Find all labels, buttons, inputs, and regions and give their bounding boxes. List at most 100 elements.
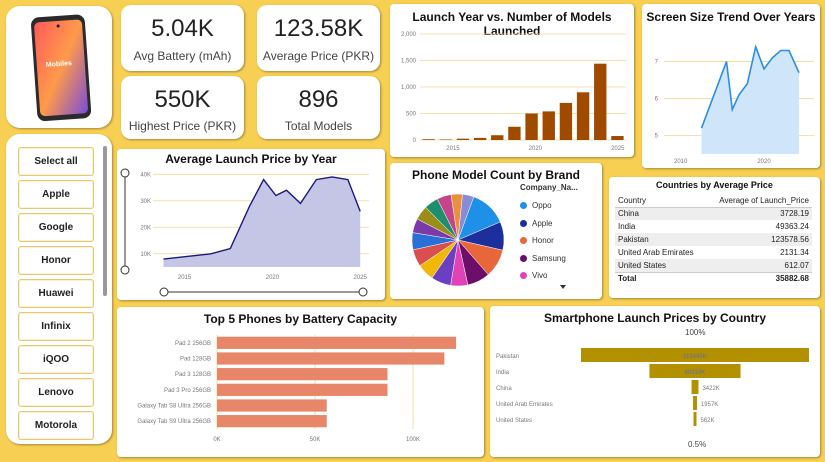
y-tick-label: 20K <box>140 225 151 231</box>
slicer-item-honor[interactable]: Honor <box>18 246 94 275</box>
slider-handle <box>120 168 130 178</box>
slicer-scrollbar[interactable] <box>103 146 107 296</box>
avg-price-chart-card: Average Launch Price by Year 10K 20K 30K 40… <box>117 149 385 300</box>
legend-scroll-down-icon[interactable] <box>560 285 566 289</box>
total-label: Total <box>615 271 706 285</box>
screen-size-chart-card: Screen Size Trend Over Years 5 6 7 2010 2020 <box>642 4 820 168</box>
legend-item[interactable]: Oppo <box>520 197 600 215</box>
price-cell: 612.07 <box>705 259 812 272</box>
slicer-item-lenovo[interactable]: Lenovo <box>18 378 94 407</box>
funnel-category-label: United States <box>496 418 532 424</box>
x-tick-label: 100K <box>406 437 420 443</box>
bar <box>422 139 435 140</box>
x-tick-label: 2015 <box>446 146 460 152</box>
table-total-row: Total 35882.68 <box>615 271 812 285</box>
legend-item[interactable]: Apple <box>520 215 600 233</box>
country-cell: China <box>615 207 706 220</box>
y-tick-label: 1,000 <box>401 85 417 91</box>
y-tick-label: 40K <box>140 172 151 178</box>
slicer-item-huawei[interactable]: Huawei <box>18 279 94 308</box>
x-range-slider[interactable] <box>159 287 368 297</box>
bar <box>576 92 590 140</box>
x-tick-label: 0K <box>213 437 220 443</box>
kpi-total-models: 896 Total Models <box>257 76 380 139</box>
avg-price-area-chart[interactable]: 10K 20K 30K 40K 2015 2020 2025 <box>117 149 385 300</box>
legend-item[interactable]: Honor <box>520 232 600 250</box>
legend-dot-icon <box>520 254 527 262</box>
funnel-value-label: 113445K <box>683 354 708 360</box>
total-value: 35882.68 <box>705 271 812 285</box>
slicer-item-select-all[interactable]: Select all <box>18 147 94 176</box>
launch-year-chart-card: Launch Year vs. Number of Models Launche… <box>390 4 634 157</box>
legend-label: Vivo <box>532 271 548 281</box>
kpi-highest-price: 550K Highest Price (PKR) <box>121 76 244 139</box>
y-tick-label: 2,000 <box>401 32 417 38</box>
countries-table: Country Average of Launch_Price China 372… <box>615 194 812 285</box>
x-tick-label: 2020 <box>529 146 543 152</box>
slicer-item-iqoo[interactable]: iQOO <box>18 345 94 374</box>
bar <box>439 139 452 140</box>
table-row[interactable]: Pakistan 123578.56 <box>615 233 812 246</box>
kpi-value: 550K <box>154 86 211 113</box>
x-tick-label: 2010 <box>674 159 688 165</box>
slider-handle <box>159 287 169 297</box>
slicer-item-google[interactable]: Google <box>18 213 94 242</box>
funnel-category-label: United Arab Emirates <box>496 402 553 408</box>
legend-item[interactable]: Vivo <box>520 267 600 285</box>
screen-size-area-chart[interactable]: 5 6 7 2010 2020 <box>642 4 820 168</box>
price-cell: 2131.34 <box>780 248 809 257</box>
funnel-value-label: 1957K <box>701 402 718 408</box>
kpi-value: 5.04K <box>151 15 214 42</box>
brand-slicer: Select all Apple Google Honor Huawei Infinix i… <box>6 134 112 444</box>
countries-table-card: Countries by Average Price Country Avera… <box>609 177 820 298</box>
launch-year-bar-chart[interactable]: 0 500 1,000 1,500 2,000 2015 2020 2025 <box>390 4 634 157</box>
funnel-value-label: 3422K <box>702 386 719 392</box>
table-row[interactable]: India 49363.24 <box>615 220 812 233</box>
x-tick-label: 2025 <box>354 275 368 281</box>
phone-logo-icon: Mobiles <box>31 14 92 122</box>
table-row[interactable]: China 3728.19 <box>615 207 812 220</box>
slider-handle <box>358 287 368 297</box>
funnel-chart[interactable]: Pakistan 113445K India 45315K China 3422K Unit… <box>490 306 820 457</box>
y-tick-label: 5 <box>655 134 659 140</box>
area-fill <box>701 46 799 154</box>
table-header-row: Country Average of Launch_Price <box>615 194 812 208</box>
funnel-chart-card: Smartphone Launch Prices by Country 100%… <box>490 306 820 457</box>
battery-bar-chart[interactable]: 0K 50K 100K Pad 2 256GB Pad 128GB Pad 3 128GB… <box>117 307 484 457</box>
bar <box>559 102 573 140</box>
legend-label: Honor <box>532 236 554 246</box>
y-tick-label: 30K <box>140 199 151 205</box>
y-tick-label: 1,500 <box>401 59 417 65</box>
bar <box>217 336 457 349</box>
bar <box>217 399 327 412</box>
legend-label: Apple <box>532 218 553 228</box>
legend-dot-icon <box>520 237 527 245</box>
y-tick-label: 6 <box>655 97 659 103</box>
bar <box>217 352 445 365</box>
kpi-label: Average Price (PKR) <box>262 49 375 63</box>
y-category-label: Pad 2 256GB <box>175 341 211 347</box>
slicer-item-motorola[interactable]: Motorola <box>18 411 94 440</box>
bar <box>217 415 327 428</box>
legend-dot-icon <box>520 272 527 280</box>
slicer-item-apple[interactable]: Apple <box>18 180 94 209</box>
slicer-item-infinix[interactable]: Infinix <box>18 312 94 341</box>
column-header[interactable]: Country <box>615 194 706 208</box>
country-cell: Pakistan <box>615 233 706 246</box>
country-cell: United Arab Emirates <box>618 248 694 257</box>
funnel-bar <box>693 396 697 410</box>
brand-pie-chart[interactable] <box>408 185 508 295</box>
table-title: Countries by Average Price <box>656 180 773 190</box>
kpi-label: Avg Battery (mAh) <box>133 49 232 63</box>
y-range-slider[interactable] <box>120 168 130 275</box>
x-tick-label: 2025 <box>611 146 625 152</box>
y-category-label: Galaxy Tab S8 Ultra 256GB <box>137 404 211 410</box>
country-cell: United States <box>615 259 706 272</box>
legend-item[interactable]: Samsung <box>520 250 600 268</box>
table-row[interactable]: United States 612.07 <box>615 259 812 272</box>
kpi-value: 896 <box>298 86 339 113</box>
y-category-label: Pad 3 Pro 256GB <box>164 388 211 394</box>
column-header[interactable]: Average of Launch_Price <box>705 194 812 208</box>
funnel-value-label: 45315K <box>684 370 706 376</box>
table-row[interactable]: United Arab Emirates 2131.34 <box>615 246 812 259</box>
